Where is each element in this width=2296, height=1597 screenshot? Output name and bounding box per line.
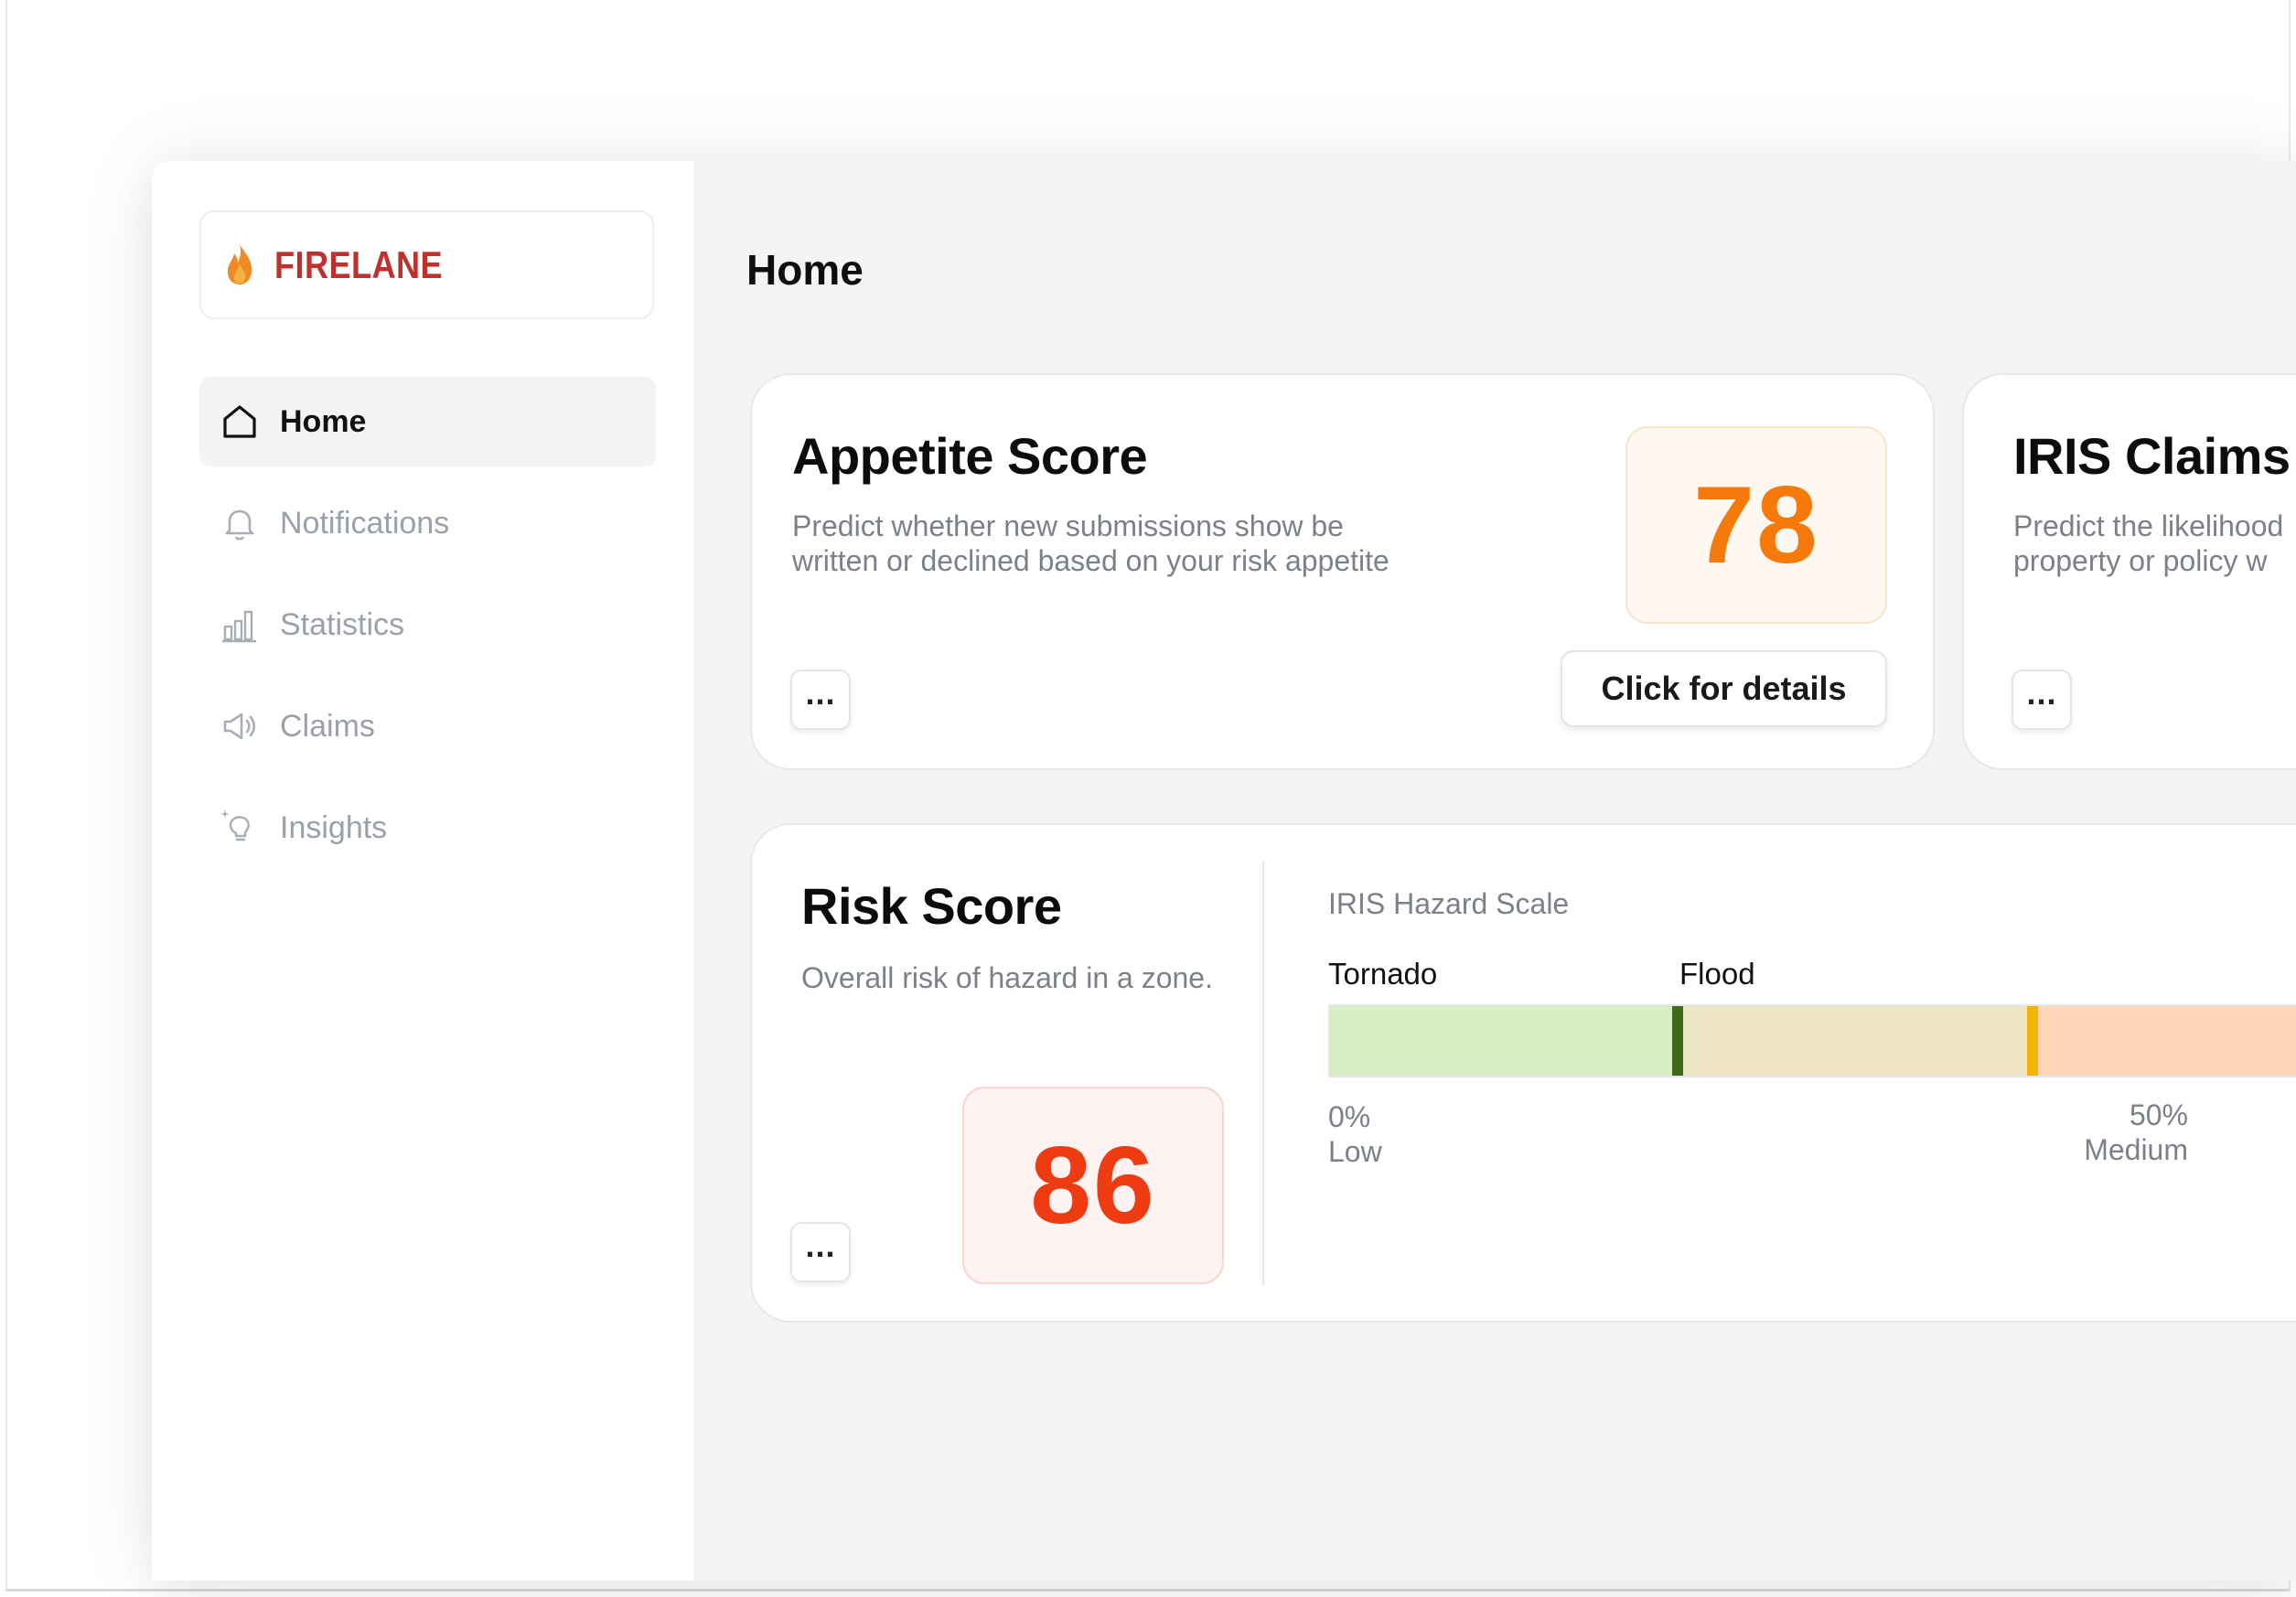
card-divider (1262, 862, 1264, 1286)
risk-score-value: 86 (1030, 1124, 1156, 1247)
card-title: IRIS Claims (2013, 427, 2291, 485)
more-options-button[interactable]: ... (790, 1222, 851, 1282)
risk-score-card: Risk Score Overall risk of hazard in a z… (750, 823, 2296, 1323)
sidebar-item-insights[interactable]: Insights (199, 783, 656, 873)
hazard-scale-bar (1328, 1004, 2296, 1077)
sidebar-item-label: Home (280, 403, 367, 439)
sidebar: FIRELANE Home Notifications Statistics C… (152, 161, 693, 1581)
card-description: Overall risk of hazard in a zone. (801, 961, 1213, 994)
appetite-score-badge: 78 (1625, 426, 1887, 624)
card-title: Risk Score (801, 877, 1062, 935)
page-title: Home (746, 246, 864, 294)
lightbulb-icon (220, 809, 250, 841)
hazard-scale-title: IRIS Hazard Scale (1328, 887, 1570, 920)
brand-logo[interactable]: FIRELANE (199, 210, 654, 319)
sidebar-item-claims[interactable]: Claims (199, 681, 656, 771)
sidebar-item-statistics[interactable]: Statistics (199, 580, 656, 670)
risk-score-badge: 86 (962, 1087, 1224, 1284)
flood-marker (1672, 1006, 1683, 1076)
bar-chart-icon (222, 610, 256, 643)
hazard-label-tornado: Tornado (1328, 957, 1438, 991)
more-options-button[interactable]: ... (2012, 670, 2072, 730)
card-description: Predict whether new submissions show be … (792, 509, 1389, 577)
appetite-score-value: 78 (1693, 464, 1819, 586)
scale-tick-low: 0% Low (1328, 1100, 1382, 1168)
brand-name: FIRELANE (274, 243, 444, 286)
scale-segment-low (1330, 1006, 1676, 1076)
sidebar-item-label: Notifications (280, 505, 450, 541)
sidebar-item-label: Statistics (280, 606, 405, 642)
scale-tick-medium: 50% Medium (2084, 1099, 2188, 1166)
more-options-button[interactable]: ... (790, 670, 851, 730)
megaphone-icon (223, 713, 256, 740)
iris-claims-card: IRIS Claims Predict the likelihood prope… (1962, 373, 2296, 770)
sidebar-nav: Home Notifications Statistics Claims Ins… (199, 377, 656, 884)
hazard-marker (2027, 1006, 2038, 1076)
app-window: FIRELANE Home Notifications Statistics C… (152, 161, 2296, 1581)
sidebar-item-label: Insights (280, 809, 388, 845)
card-description: Predict the likelihood property or polic… (2013, 509, 2284, 577)
bell-icon (225, 509, 254, 541)
card-title: Appetite Score (792, 427, 1148, 485)
click-for-details-button[interactable]: Click for details (1561, 650, 1887, 727)
sidebar-item-home[interactable]: Home (199, 377, 656, 466)
hazard-label-flood: Flood (1679, 957, 1755, 991)
home-icon (223, 405, 256, 438)
main-content: Home Appetite Score Predict whether new … (693, 161, 2296, 1581)
scale-segment-mid (1676, 1006, 2033, 1076)
sidebar-item-notifications[interactable]: Notifications (199, 478, 656, 568)
appetite-score-card: Appetite Score Predict whether new submi… (750, 373, 1935, 770)
scale-segment-high (2033, 1006, 2296, 1076)
flame-icon (227, 244, 252, 284)
sidebar-item-label: Claims (280, 708, 375, 744)
